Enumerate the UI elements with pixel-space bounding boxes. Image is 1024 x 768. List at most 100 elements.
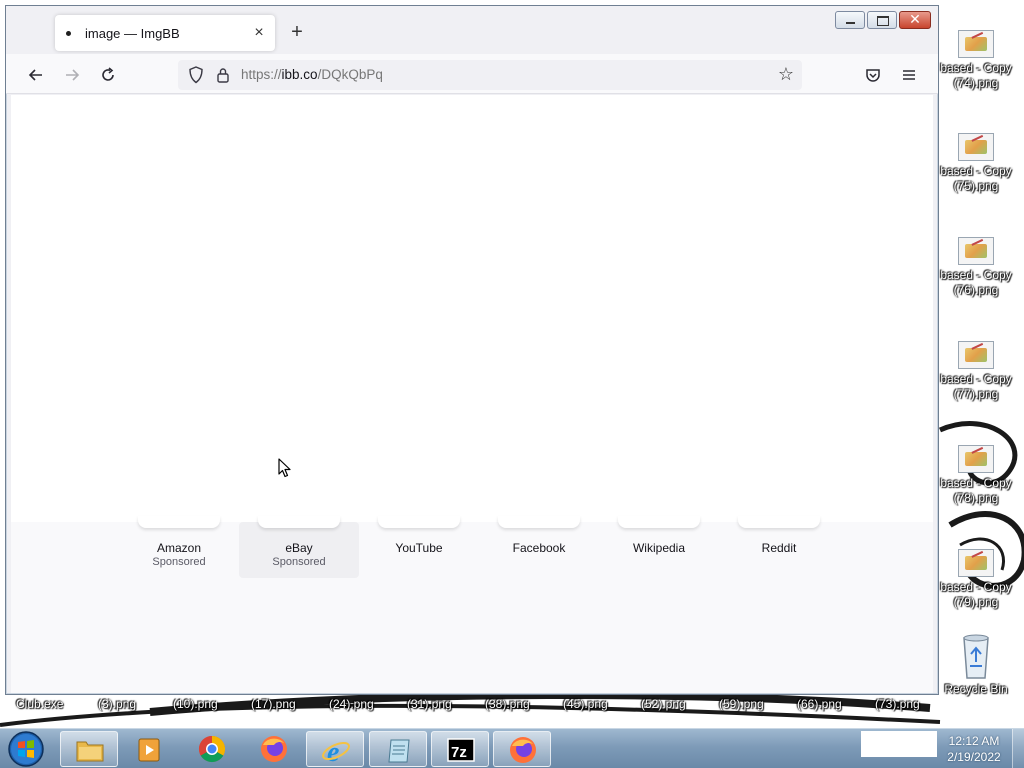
url-host: ibb.co [281, 67, 318, 82]
desktop-icon-label: based - Copy [940, 61, 1012, 75]
shortcut-title: Wikipedia [632, 541, 686, 555]
tab-imgbb[interactable]: image — ImgBB × [55, 15, 275, 51]
recycle-bin[interactable]: Recycle Bin [936, 632, 1016, 697]
new-tab-shortcuts-area: Amazon Sponsored eBay Sponsored YouTube … [11, 516, 933, 693]
shortcut-ebay[interactable]: eBay Sponsored [239, 516, 359, 578]
desktop-icon-label: based - Copy [940, 580, 1012, 594]
desktop-icon-file-79[interactable]: based - Copy (79).png [936, 549, 1016, 610]
minimize-button[interactable] [835, 11, 865, 29]
url-text[interactable]: https://ibb.co/DQkQbPq [241, 67, 383, 82]
tab-strip: image — ImgBB × + ✕ [6, 6, 938, 54]
shortcut-title: Amazon [156, 541, 202, 555]
shortcut-title: YouTube [395, 541, 443, 555]
pocket-icon [866, 69, 880, 82]
shortcut-reddit[interactable]: Reddit [719, 516, 839, 573]
image-file-icon [958, 549, 994, 577]
close-window-button[interactable]: ✕ [899, 11, 931, 29]
folder-icon [76, 741, 104, 762]
desktop-icon-label: based - Copy [940, 164, 1012, 178]
shortcut-title: eBay [285, 541, 313, 555]
notification-area[interactable] [861, 731, 937, 757]
page-content: Amazon Sponsored eBay Sponsored YouTube … [11, 95, 933, 693]
start-button[interactable] [5, 729, 47, 768]
desktop-icon-label: (75).png [953, 179, 999, 193]
shortcut-amazon[interactable]: Amazon Sponsored [119, 516, 239, 573]
desktop-icon-file-75[interactable]: based - Copy (75).png [936, 133, 1016, 194]
taskbar-media-player[interactable] [120, 731, 178, 767]
back-arrow-icon [28, 69, 42, 81]
chrome-icon [198, 735, 226, 763]
taskbar-7zip[interactable]: 7z [431, 731, 489, 767]
shortcut-facebook[interactable]: Facebook [479, 516, 599, 573]
desktop-file-label[interactable]: (24).png [329, 697, 374, 711]
shortcut-youtube[interactable]: YouTube [359, 516, 479, 573]
desktop-file-label[interactable]: (31).png [407, 697, 452, 711]
svg-text:e: e [327, 737, 339, 766]
taskbar-file-explorer[interactable] [60, 731, 118, 767]
desktop-file-label[interactable]: Club.exe [16, 697, 63, 711]
taskbar-notepad[interactable] [369, 731, 427, 767]
show-desktop-button[interactable] [1012, 729, 1024, 768]
shortcut-sponsored-label: Sponsored [272, 556, 326, 568]
internet-explorer-icon: e [322, 737, 350, 766]
taskbar-internet-explorer[interactable]: e [306, 731, 364, 767]
app-menu-button[interactable] [896, 62, 922, 88]
reload-button[interactable] [95, 62, 121, 88]
desktop-icon-label: based - Copy [940, 372, 1012, 386]
mouse-cursor-icon [278, 458, 291, 478]
taskbar: e 7z 12:12 AM 2/19/2022 [0, 728, 1024, 768]
desktop-icon-file-78[interactable]: based - Copy (78).png [936, 445, 1016, 506]
shortcut-wikipedia[interactable]: Wikipedia [599, 516, 719, 573]
back-button[interactable] [23, 62, 49, 88]
desktop-file-label[interactable]: (73).png [875, 697, 920, 711]
desktop-file-label[interactable]: (52).png [641, 697, 686, 711]
system-clock[interactable]: 12:12 AM 2/19/2022 [942, 733, 1006, 765]
restore-button[interactable] [867, 11, 897, 29]
tab-close-icon[interactable]: × [249, 23, 269, 43]
desktop-icon-label: based - Copy [940, 268, 1012, 282]
desktop-file-label[interactable]: (45).png [563, 697, 608, 711]
shortcut-sponsored-label: Sponsored [152, 556, 206, 568]
desktop-file-label[interactable]: (17).png [251, 697, 296, 711]
tab-title: image — ImgBB [85, 26, 180, 41]
taskbar-firefox[interactable] [245, 731, 303, 767]
desktop-icon-label: (74).png [953, 76, 999, 90]
desktop-file-label[interactable]: (66).png [797, 697, 842, 711]
7zip-icon: 7z [447, 738, 475, 762]
tracking-protection-shield-icon[interactable] [188, 65, 204, 85]
shortcut-tile [258, 516, 340, 528]
hamburger-menu-icon [903, 70, 915, 80]
shortcut-tile [738, 516, 820, 528]
firefox-window: image — ImgBB × + ✕ https://ibb.co/DQkQb… [5, 5, 939, 695]
url-bar[interactable]: https://ibb.co/DQkQbPq ☆ [178, 60, 802, 90]
desktop-icon-label: (76).png [953, 283, 999, 297]
desktop-icon-file-76[interactable]: based - Copy (76).png [936, 237, 1016, 298]
desktop-file-label[interactable]: (10).png [173, 697, 218, 711]
image-file-icon [958, 237, 994, 265]
recycle-bin-label: Recycle Bin [944, 682, 1008, 696]
bookmark-star-icon[interactable]: ☆ [778, 64, 794, 85]
image-file-icon [958, 341, 994, 369]
clock-date: 2/19/2022 [947, 750, 1001, 764]
lock-icon[interactable] [216, 66, 230, 84]
pocket-button[interactable] [860, 62, 886, 88]
desktop-icon-file-74[interactable]: based - Copy (74).png [936, 30, 1016, 91]
taskbar-firefox-active[interactable] [493, 731, 551, 767]
tab-loading-dot-icon [66, 31, 71, 36]
forward-button[interactable] [59, 62, 85, 88]
url-path: /DQkQbPq [317, 67, 383, 82]
forward-arrow-icon [66, 69, 80, 81]
media-player-icon [138, 738, 160, 762]
reload-icon [102, 67, 114, 81]
desktop-file-label[interactable]: (38).png [485, 697, 530, 711]
navigation-toolbar: https://ibb.co/DQkQbPq ☆ [6, 54, 938, 94]
image-file-icon [958, 133, 994, 161]
shortcut-title: Reddit [761, 541, 797, 555]
desktop-file-label[interactable]: (3).png [98, 697, 136, 711]
new-tab-button[interactable]: + [286, 21, 308, 43]
desktop-icon-file-77[interactable]: based - Copy (77).png [936, 341, 1016, 402]
desktop-icon-label: based - Copy [940, 476, 1012, 490]
desktop-file-label[interactable]: (59).png [719, 697, 764, 711]
desktop-icon-label: (78).png [953, 491, 999, 505]
taskbar-chrome[interactable] [183, 731, 241, 767]
